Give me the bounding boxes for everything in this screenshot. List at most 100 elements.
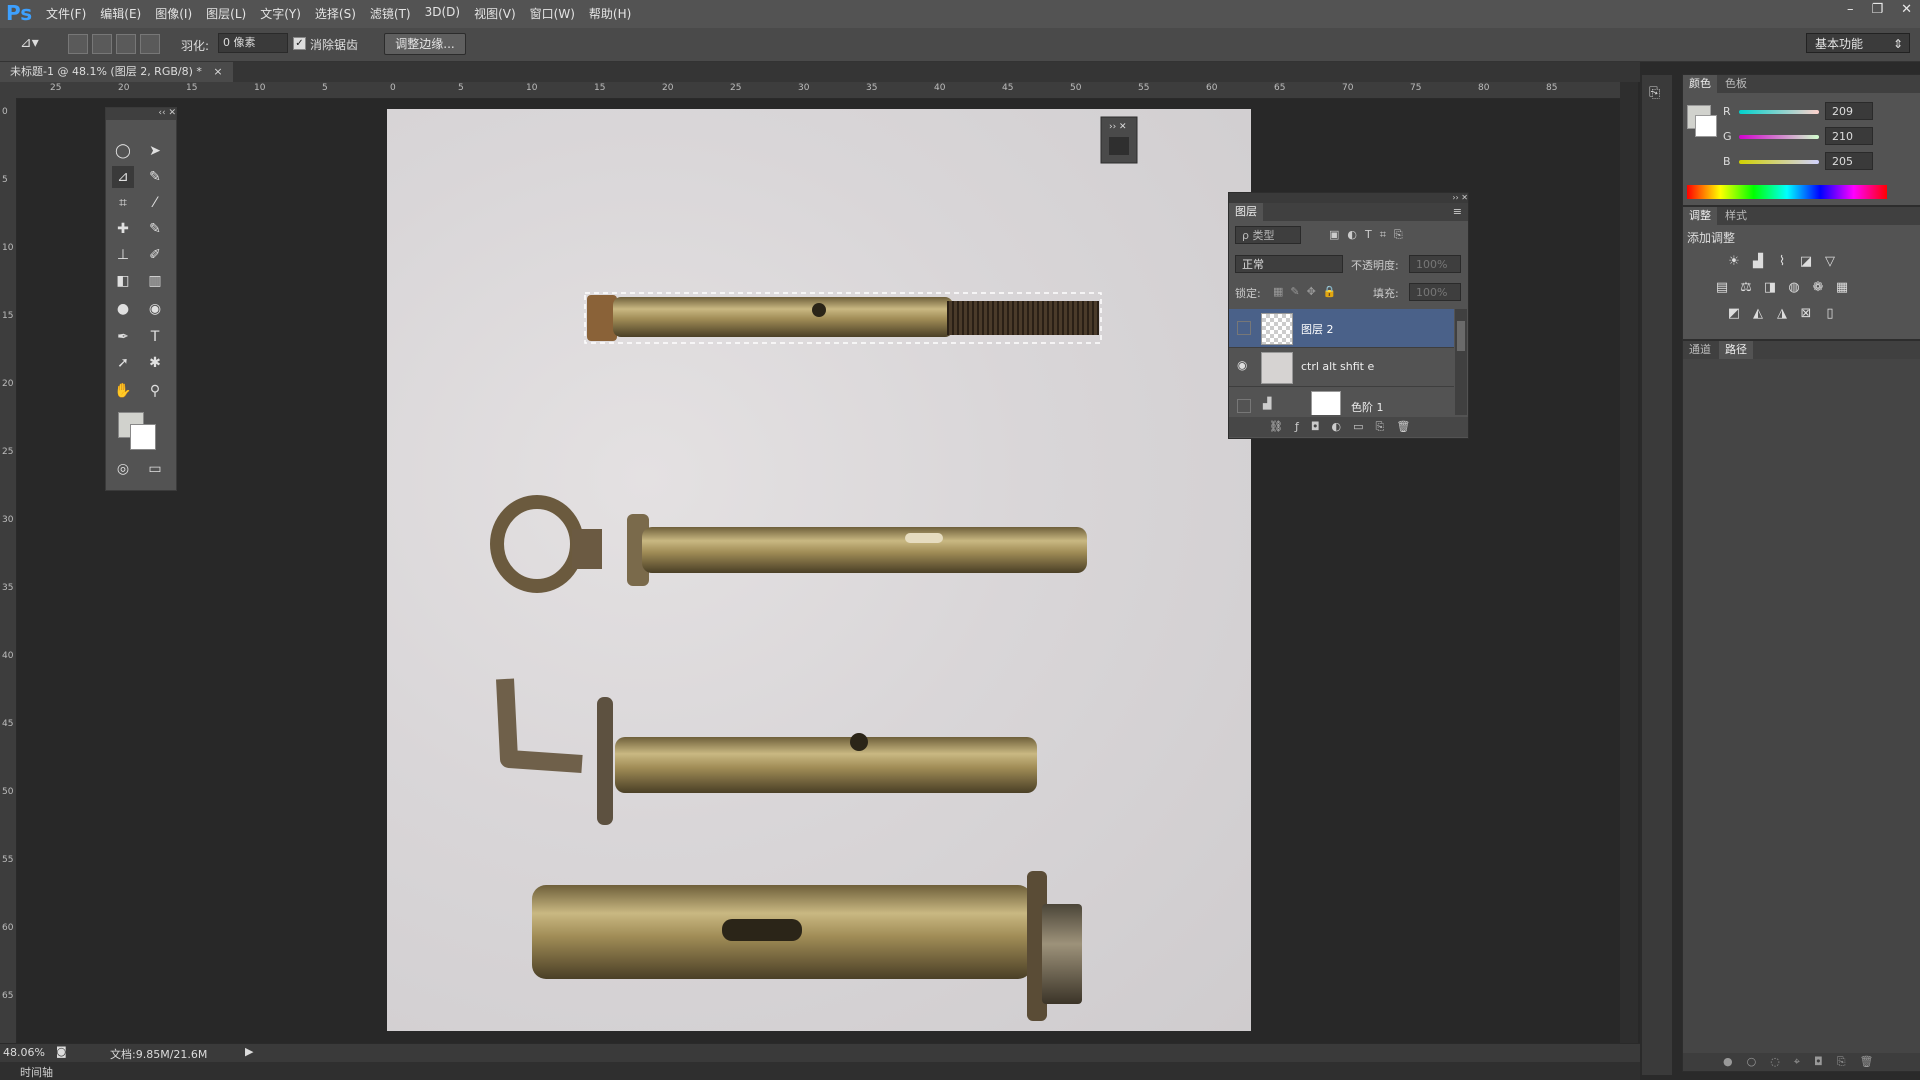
pen-tool-icon[interactable]: ✒ bbox=[112, 326, 134, 348]
posterize-icon[interactable]: ◭ bbox=[1749, 305, 1767, 323]
layers-panel-grip[interactable]: ›› ✕ bbox=[1229, 193, 1468, 203]
screen-mode-icon[interactable]: ▭ bbox=[144, 458, 166, 480]
tab-channels[interactable]: 通道 bbox=[1683, 341, 1717, 359]
tab-styles[interactable]: 样式 bbox=[1719, 207, 1753, 225]
minimize-icon[interactable]: – bbox=[1847, 2, 1854, 17]
opacity-input[interactable]: 100% bbox=[1409, 255, 1461, 273]
close-icon[interactable]: ✕ bbox=[1901, 2, 1912, 17]
hand-tool-icon[interactable]: ✋ bbox=[112, 380, 134, 402]
document-canvas[interactable]: ›› ✕ bbox=[387, 109, 1251, 1031]
tab-swatches[interactable]: 色板 bbox=[1719, 75, 1753, 93]
photo-filter-icon[interactable]: ◍ bbox=[1785, 279, 1803, 297]
tab-color[interactable]: 颜色 bbox=[1683, 75, 1717, 93]
path-select-tool-icon[interactable]: ➚ bbox=[112, 352, 134, 374]
canvas-scrollbar[interactable] bbox=[1620, 82, 1638, 1043]
blend-mode-select[interactable]: 正常 bbox=[1235, 255, 1343, 273]
green-slider[interactable] bbox=[1739, 135, 1819, 139]
black-white-icon[interactable]: ◨ bbox=[1761, 279, 1779, 297]
visibility-off-icon[interactable] bbox=[1237, 321, 1251, 335]
document-tab[interactable]: 未标题-1 @ 48.1% (图层 2, RGB/8) * × bbox=[0, 62, 233, 82]
history-brush-tool-icon[interactable]: ✐ bbox=[144, 244, 166, 266]
workspace-select[interactable]: 基本功能 ⇕ bbox=[1806, 33, 1910, 53]
menu-3d[interactable]: 3D(D) bbox=[425, 5, 460, 22]
blur-tool-icon[interactable]: ● bbox=[112, 298, 134, 320]
visibility-off-icon[interactable] bbox=[1237, 399, 1251, 413]
channel-mixer-icon[interactable]: ❁ bbox=[1809, 279, 1827, 297]
red-value-input[interactable]: 209 bbox=[1825, 102, 1873, 120]
invert-icon[interactable]: ◩ bbox=[1725, 305, 1743, 323]
tools-panel-header[interactable]: ‹‹ ✕ bbox=[106, 108, 176, 120]
layer-name[interactable]: 图层 2 bbox=[1301, 321, 1334, 337]
layer-filter-icons[interactable]: ▣◐T⌗⎘ bbox=[1329, 228, 1411, 242]
subtract-selection-icon[interactable] bbox=[116, 34, 136, 54]
polygonal-lasso-preset-icon[interactable]: ⊿▾ bbox=[20, 35, 39, 51]
scrollbar-thumb[interactable] bbox=[1457, 321, 1465, 351]
blue-value-input[interactable]: 205 bbox=[1825, 152, 1873, 170]
gradient-map-icon[interactable]: ▯ bbox=[1821, 305, 1839, 323]
history-panel-icon[interactable]: ⎘ bbox=[1649, 85, 1660, 101]
zoom-level[interactable]: 48.06% bbox=[3, 1046, 45, 1059]
feather-input[interactable]: 0 像素 bbox=[218, 33, 288, 53]
menu-type[interactable]: 文字(Y) bbox=[260, 5, 301, 22]
zoom-tool-icon[interactable]: ⚲ bbox=[144, 380, 166, 402]
exposure-icon[interactable]: ◪ bbox=[1797, 253, 1815, 271]
shape-tool-icon[interactable]: ✱ bbox=[144, 352, 166, 374]
crop-tool-icon[interactable]: ⌗ bbox=[112, 192, 134, 214]
move-tool-icon[interactable]: ➤ bbox=[144, 140, 166, 162]
new-selection-icon[interactable] bbox=[68, 34, 88, 54]
fill-input[interactable]: 100% bbox=[1409, 283, 1461, 301]
timeline-bar[interactable]: 时间轴 bbox=[0, 1062, 1640, 1080]
menu-image[interactable]: 图像(I) bbox=[155, 5, 192, 22]
menu-edit[interactable]: 编辑(E) bbox=[100, 5, 141, 22]
threshold-icon[interactable]: ◮ bbox=[1773, 305, 1791, 323]
layer-row[interactable]: ◉ ctrl alt shfit e bbox=[1229, 348, 1454, 387]
lasso-tool-icon[interactable]: ⊿ bbox=[112, 166, 134, 188]
quick-mask-icon[interactable]: ◎ bbox=[112, 458, 134, 480]
add-selection-icon[interactable] bbox=[92, 34, 112, 54]
antialias-checkbox[interactable]: ✓ bbox=[293, 37, 306, 50]
menu-layer[interactable]: 图层(L) bbox=[206, 5, 246, 22]
levels-icon[interactable]: ▟ bbox=[1749, 253, 1767, 271]
layer-row[interactable]: ▟ 色阶 1 bbox=[1229, 387, 1454, 415]
timeline-label[interactable]: 时间轴 bbox=[20, 1064, 53, 1080]
layer-name[interactable]: ctrl alt shfit e bbox=[1301, 360, 1374, 373]
layers-scrollbar[interactable] bbox=[1455, 309, 1467, 415]
type-tool-icon[interactable]: T bbox=[144, 326, 166, 348]
background-color-swatch[interactable] bbox=[130, 424, 156, 450]
layer-row[interactable]: 图层 2 bbox=[1229, 309, 1454, 348]
clone-stamp-tool-icon[interactable]: ⊥ bbox=[112, 244, 134, 266]
tab-close-icon[interactable]: × bbox=[213, 65, 222, 78]
restore-icon[interactable]: ❐ bbox=[1871, 2, 1883, 17]
healing-brush-tool-icon[interactable]: ✚ bbox=[112, 218, 134, 240]
status-icon[interactable]: ◙ bbox=[56, 1045, 67, 1058]
blue-slider[interactable] bbox=[1739, 160, 1819, 164]
menu-file[interactable]: 文件(F) bbox=[46, 5, 86, 22]
status-menu-arrow-icon[interactable]: ▶ bbox=[245, 1045, 253, 1058]
layer-name[interactable]: 色阶 1 bbox=[1351, 399, 1384, 415]
vibrance-icon[interactable]: ▽ bbox=[1821, 253, 1839, 271]
dodge-tool-icon[interactable]: ◉ bbox=[144, 298, 166, 320]
quick-select-tool-icon[interactable]: ✎ bbox=[144, 166, 166, 188]
color-lookup-icon[interactable]: ▦ bbox=[1833, 279, 1851, 297]
layers-footer-icons[interactable]: ⛓ƒ◘◐▭⎘🗑 bbox=[1229, 417, 1468, 437]
tab-layers[interactable]: 图层 bbox=[1229, 203, 1263, 221]
eye-icon[interactable]: ◉ bbox=[1237, 358, 1247, 372]
gradient-tool-icon[interactable]: ▥ bbox=[144, 270, 166, 292]
color-balance-icon[interactable]: ⚖ bbox=[1737, 279, 1755, 297]
brush-tool-icon[interactable]: ✎ bbox=[144, 218, 166, 240]
color-spectrum-bar[interactable] bbox=[1687, 185, 1887, 199]
background-color-swatch[interactable] bbox=[1695, 115, 1717, 137]
marquee-tool-icon[interactable]: ◯ bbox=[112, 140, 134, 162]
lock-icons[interactable]: ▦✎✥🔒 bbox=[1273, 285, 1344, 298]
menu-view[interactable]: 视图(V) bbox=[474, 5, 516, 22]
layer-filter-select[interactable]: ρ 类型 bbox=[1235, 226, 1301, 244]
brightness-icon[interactable]: ☀ bbox=[1725, 253, 1743, 271]
menu-filter[interactable]: 滤镜(T) bbox=[370, 5, 411, 22]
green-value-input[interactable]: 210 bbox=[1825, 127, 1873, 145]
intersect-selection-icon[interactable] bbox=[140, 34, 160, 54]
curves-icon[interactable]: ⌇ bbox=[1773, 253, 1791, 271]
hue-saturation-icon[interactable]: ▤ bbox=[1713, 279, 1731, 297]
panel-menu-icon[interactable]: ≡ bbox=[1453, 205, 1462, 218]
menu-window[interactable]: 窗口(W) bbox=[530, 5, 575, 22]
eraser-tool-icon[interactable]: ◧ bbox=[112, 270, 134, 292]
